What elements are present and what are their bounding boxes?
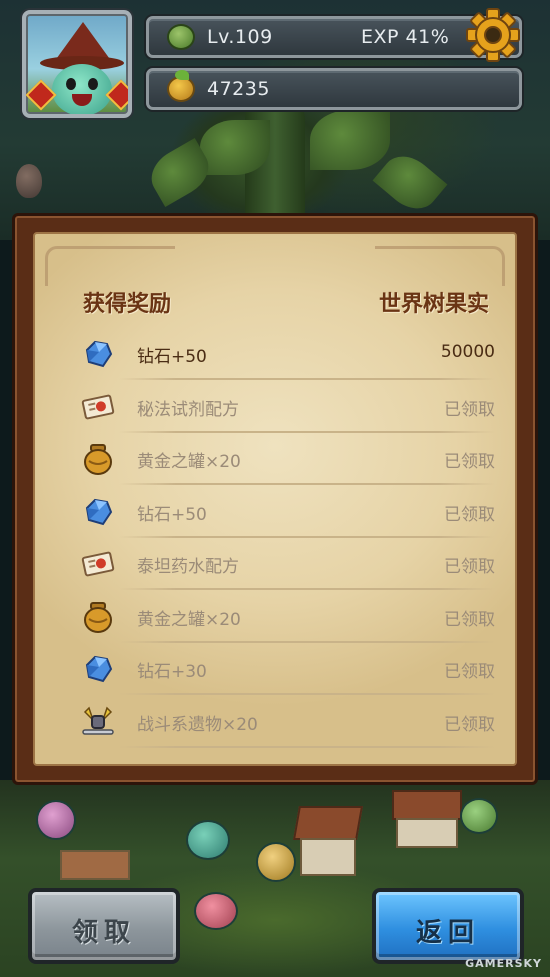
avatar-eye [66,78,76,90]
player-avatar[interactable] [22,10,132,118]
reward-name: 秘法试剂配方 [137,399,239,420]
diamond-icon [81,338,115,370]
reward-panel: 获得奖励 世界树果实 钻石+50 50000 秘法试剂配方 已领取 黄金之罐×20 已领取… [12,213,538,785]
recipe-scroll-icon [81,548,115,580]
ornament-corner [375,246,505,286]
gold-jar-icon [81,601,115,633]
currency-bar: 47235 [146,68,522,110]
reward-name: 钻石+30 [137,662,207,682]
diamond-icon [81,496,115,528]
reward-source-title: 世界树果实 [378,292,489,317]
reward-row[interactable]: 钻石+30 已领取 [75,643,505,695]
reward-row[interactable]: 钻石+50 50000 [75,328,505,380]
reward-status: 已领取 [444,609,495,630]
reward-name: 泰坦药水配方 [137,557,239,577]
reward-name: 黄金之罐×20 [137,609,241,630]
leaf-decoration [200,120,270,175]
leaf-decoration [310,110,390,170]
house-roof [293,806,363,840]
reward-name: 战斗系遗物×20 [137,714,258,735]
gold-jar-icon [81,443,115,475]
creature-decoration [460,798,498,834]
watermark: GAMERSKY [465,957,542,970]
level-text: Lv.109 [207,26,273,48]
reward-row[interactable]: 黄金之罐×20 已领取 [75,591,505,643]
reward-name: 钻石+50 [137,504,207,525]
reward-name: 钻石+50 [137,347,207,367]
balloon-decoration [16,164,42,198]
creature-decoration [194,892,238,930]
house [60,850,130,880]
reward-status: 已领取 [444,399,495,420]
clover-icon [167,24,195,50]
house [300,838,356,876]
reward-status: 已领取 [444,504,495,525]
reward-row[interactable]: 黄金之罐×20 已领取 [75,433,505,485]
reward-status: 已领取 [444,662,495,682]
exp-text: EXP 41% [361,26,450,48]
currency-amount: 47235 [207,78,270,100]
reward-row[interactable]: 泰坦药水配方 已领取 [75,538,505,590]
claim-button[interactable]: 领取 [28,888,180,964]
back-button[interactable]: 返回 [372,888,524,964]
avatar-eye [88,78,98,90]
reward-row[interactable]: 钻石+50 已领取 [75,486,505,538]
fruit-currency-icon [167,70,195,102]
reward-status: 50000 [440,342,495,362]
avatar-face [52,64,112,114]
back-button-label: 返回 [415,918,480,948]
reward-row[interactable]: 秘法试剂配方 已领取 [75,381,505,433]
creature-decoration [186,820,230,860]
house [396,818,458,848]
house-roof [392,790,462,820]
creature-decoration [256,842,296,882]
reward-row[interactable]: 战斗系遗物×20 已领取 [75,696,505,748]
reward-parchment: 获得奖励 世界树果实 钻石+50 50000 秘法试剂配方 已领取 黄金之罐×20 已领取… [33,232,517,766]
claim-button-label: 领取 [71,918,136,948]
reward-status: 已领取 [444,714,495,735]
ornament-corner [45,246,175,286]
settings-gear-icon[interactable] [466,8,520,62]
recipe-scroll-icon [81,391,115,423]
battle-relic-icon [81,706,115,738]
reward-list[interactable]: 钻石+50 50000 秘法试剂配方 已领取 黄金之罐×20 已领取 钻石+50 已领取 泰坦药… [35,328,505,764]
reward-status: 已领取 [444,452,495,472]
reward-status: 已领取 [444,557,495,577]
panel-title: 获得奖励 [83,292,172,317]
diamond-icon [81,653,115,685]
reward-name: 黄金之罐×20 [137,452,241,472]
creature-decoration [36,800,76,840]
